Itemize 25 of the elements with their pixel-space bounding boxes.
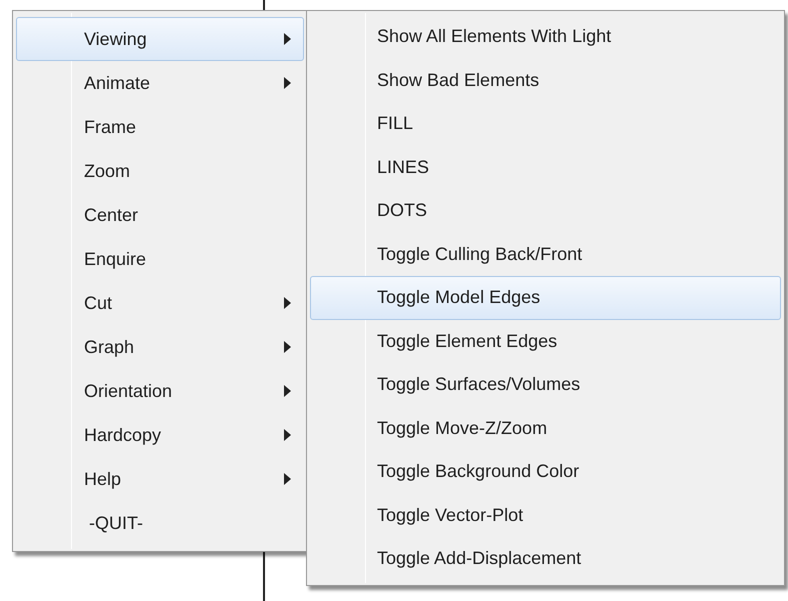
menu-item[interactable]: Zoom — [16, 149, 304, 193]
menu-item[interactable]: Show Bad Elements — [310, 58, 781, 102]
menu-item[interactable]: Toggle Culling Back/Front — [310, 232, 781, 276]
menu-item[interactable]: LINES — [310, 146, 781, 189]
menu-item[interactable]: Toggle Vector-Plot — [310, 494, 781, 537]
menu-item[interactable]: DOTS — [310, 189, 781, 232]
menu-item[interactable]: FILL — [310, 102, 781, 146]
menu-item[interactable]: Graph — [16, 325, 304, 369]
menu-item[interactable]: Cut — [16, 281, 304, 325]
menu-item[interactable]: Toggle Element Edges — [310, 320, 781, 363]
menu-item[interactable]: Hardcopy — [16, 413, 304, 457]
menu-item[interactable]: Toggle Surfaces/Volumes — [310, 363, 781, 406]
menu-item[interactable]: Center — [16, 193, 304, 237]
menu-item[interactable]: Enquire — [16, 237, 304, 281]
menu-item[interactable]: Toggle Move-Z/Zoom — [310, 406, 781, 450]
menu-item[interactable]: Show All Elements With Light — [310, 15, 781, 58]
menu-item[interactable]: Animate — [16, 61, 304, 105]
menu-item[interactable]: Viewing — [16, 17, 304, 61]
menu-item[interactable]: Help — [16, 457, 304, 501]
menu-item[interactable]: -QUIT- — [16, 501, 304, 545]
menu-item[interactable]: Toggle Background Color — [310, 450, 781, 494]
menu-item[interactable]: Orientation — [16, 369, 304, 413]
menu-item[interactable]: Toggle Model Edges — [310, 276, 781, 320]
menu-item[interactable]: Frame — [16, 105, 304, 149]
menu-item[interactable]: Toggle Add-Displacement — [310, 537, 781, 580]
